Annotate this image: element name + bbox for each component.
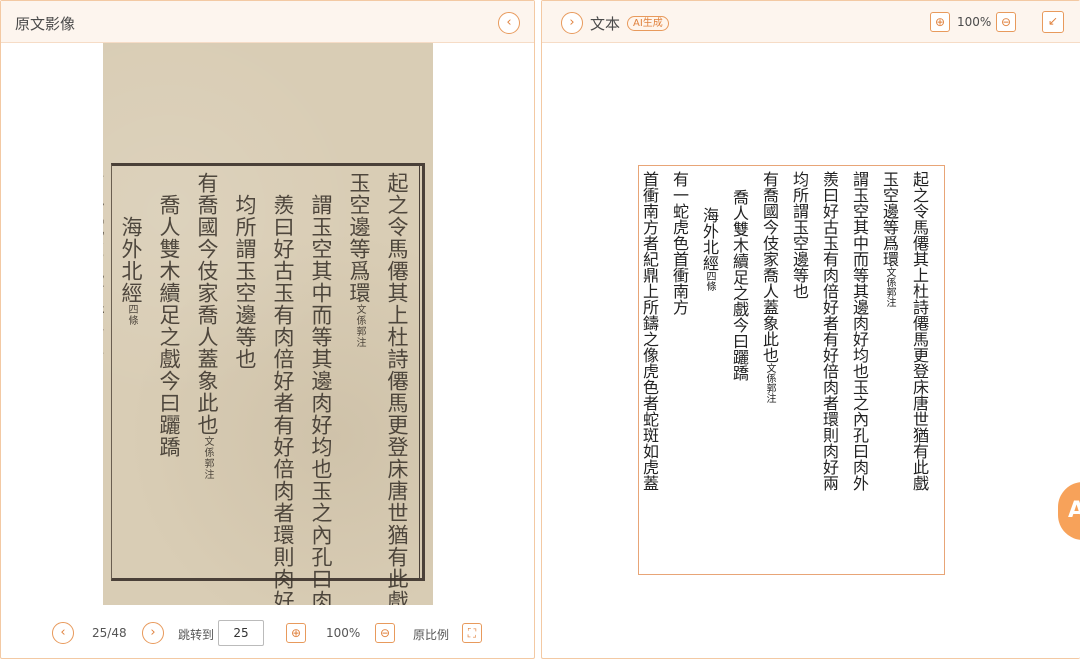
next-page-button[interactable]: › (142, 622, 164, 644)
fullscreen-button[interactable]: ⛶ (462, 623, 482, 643)
column-text: 謂玉空其中而等其邊肉好均也玉之內孔曰肉外 (850, 171, 869, 491)
chevron-left-icon: ‹ (60, 625, 66, 640)
text-column: 均所謂玉空邊等也 (226, 172, 264, 578)
column-text: 有喬國今伎家喬人蓋象此也 (195, 172, 219, 436)
column-note: 文係郭注 (354, 304, 365, 348)
prev-page-button[interactable]: ‹ (52, 622, 74, 644)
text-zoom-level: 100% (957, 15, 992, 29)
original-ratio-button[interactable]: 原比例 (413, 626, 449, 643)
chevron-right-icon: › (569, 15, 575, 30)
text-zoom-in-button[interactable]: ⊕ (930, 12, 950, 32)
ai-generated-badge: AI生成 (627, 16, 669, 31)
zoom-level: 100% (326, 626, 361, 640)
text-column: 謂玉空其中而等其邊肉好均也玉之內孔曰肉外 (844, 171, 874, 491)
column-text: 起之令馬僊其上杜詩僊馬更登床唐世猶有此戲 (910, 171, 929, 491)
text-zoom-out-button[interactable]: ⊖ (996, 12, 1016, 32)
column-text: 海外北經 (700, 207, 719, 271)
scan-text-columns: 起之令馬僊其上杜詩僊馬更登床唐世猶有此戲 玉空邊等爲環文係郭注 謂玉空其中而等其邊肉… (103, 172, 416, 605)
jump-page-input[interactable] (218, 620, 264, 646)
original-image-title: 原文影像 (15, 15, 76, 33)
chevron-left-icon: ‹ (506, 15, 512, 30)
text-column: 喬人雙木續足之戲今曰躧蹻 (150, 172, 188, 578)
text-column: 玉空邊等爲環文係郭注 (874, 171, 904, 491)
text-column: 喬人雙木續足之戲今曰躧蹻 (724, 171, 754, 491)
column-text: 羨曰好古玉有肉倍好者有好倍肉者環則肉好兩 (820, 171, 839, 491)
shrink-icon: ↙ (1047, 14, 1059, 28)
chevron-right-icon: › (150, 625, 156, 640)
fullscreen-icon: ⛶ (467, 626, 477, 640)
text-column: 起之令馬僊其上杜詩僊馬更登床唐世猶有此戲 (904, 171, 934, 491)
text-column: 謂玉空其中而等其邊肉好均也玉之內孔曰肉外 (302, 172, 340, 605)
scan-border: 起之令馬僊其上杜詩僊馬更登床唐世猶有此戲 玉空邊等爲環文係郭注 謂玉空其中而等其邊肉… (103, 163, 425, 605)
page-navigation-bar: ‹ 25/48 › 跳转到 ⊕ 100% ⊖ 原比例 ⛶ (1, 613, 534, 653)
text-column: 均所謂玉空邊等也 (784, 171, 814, 491)
zoom-out-icon: ⊖ (1000, 15, 1012, 29)
text-column: 有喬國今伎家喬人蓋象此也文係郭注 (188, 172, 226, 578)
column-note: 文係郭注 (764, 363, 775, 403)
zoom-out-icon: ⊖ (379, 626, 391, 640)
column-text: 喬人雙木續足之戲今曰躧蹻 (157, 194, 181, 458)
zoom-out-button[interactable]: ⊖ (375, 623, 395, 643)
zoom-in-button[interactable]: ⊕ (286, 623, 306, 643)
column-text: 喬人雙木續足之戲今曰躧蹻 (730, 189, 749, 381)
text-column: 有一蛇虎色首衝南方 (103, 172, 112, 578)
column-text: 均所謂玉空邊等也 (790, 171, 809, 299)
text-column: 海外北經四條 (694, 171, 724, 491)
column-note: 文係郭注 (202, 436, 213, 480)
collapse-view-button[interactable]: ↙ (1042, 11, 1064, 33)
column-text: 謂玉空其中而等其邊肉好均也玉之內孔曰肉外 (309, 194, 333, 605)
text-column: 玉空邊等爲環文係郭注 (340, 172, 378, 578)
collapse-left-button[interactable]: ‹ (498, 12, 520, 34)
transcript-columns: 起之令馬僊其上杜詩僊馬更登床唐世猶有此戲 玉空邊等爲環文係郭注 謂玉空其中而等其邊肉… (639, 171, 934, 491)
expand-left-button[interactable]: › (561, 12, 583, 34)
text-column: 首衝南方者紀鼎上所鑄之像虎色者蛇斑如虎蓋 (639, 171, 664, 491)
scanned-page-image: 起之令馬僊其上杜詩僊馬更登床唐世猶有此戲 玉空邊等爲環文係郭注 謂玉空其中而等其邊肉… (103, 43, 433, 605)
column-text: 有一蛇虎色首衝南方 (103, 172, 105, 370)
text-column: 起之令馬僊其上杜詩僊馬更登床唐世猶有此戲 (378, 172, 416, 605)
text-column: 羨曰好古玉有肉倍好者有好倍肉者環則肉好兩 (814, 171, 844, 491)
jump-to-label: 跳转到 (178, 628, 215, 642)
transcript-text-box: 起之令馬僊其上杜詩僊馬更登床唐世猶有此戲 玉空邊等爲環文係郭注 謂玉空其中而等其邊肉… (638, 165, 945, 575)
column-text: 有喬國今伎家喬人蓋象此也 (760, 171, 779, 363)
zoom-in-icon: ⊕ (290, 626, 302, 640)
column-text: 首衝南方者紀鼎上所鑄之像虎色者蛇斑如虎蓋 (640, 171, 659, 491)
column-note: 四條 (704, 271, 715, 291)
text-column: 有一蛇虎色首衝南方 (664, 171, 694, 491)
column-note: 四條 (126, 304, 137, 326)
transcript-header: › 文本 AI生成 ⊕ 100% ⊖ ↙ (542, 1, 1080, 43)
text-column: 有喬國今伎家喬人蓋象此也文係郭注 (754, 171, 784, 491)
column-text: 羨曰好古玉有肉倍好者有好倍肉者環則肉好兩 (271, 194, 295, 605)
text-column: 羨曰好古玉有肉倍好者有好倍肉者環則肉好兩 (264, 172, 302, 605)
page-indicator: 25/48 (92, 626, 127, 640)
column-text: 海外北經 (119, 216, 143, 304)
text-column: 海外北經四條 (112, 172, 150, 578)
column-text: 玉空邊等爲環 (347, 172, 371, 304)
column-text: 均所謂玉空邊等也 (233, 194, 257, 370)
column-text: 有一蛇虎色首衝南方 (670, 171, 689, 315)
original-image-panel: 原文影像 ‹ 起之令馬僊其上杜詩僊馬更登床唐世猶有此戲 玉空邊等爲環文係郭注 謂玉空… (0, 0, 535, 659)
transcript-title: 文本 (590, 15, 621, 33)
original-image-header: 原文影像 ‹ (1, 1, 534, 43)
column-text: 玉空邊等爲環 (880, 171, 899, 267)
column-text: 起之令馬僊其上杜詩僊馬更登床唐世猶有此戲 (385, 172, 409, 605)
zoom-in-icon: ⊕ (934, 15, 946, 29)
column-note: 文係郭注 (884, 267, 895, 307)
